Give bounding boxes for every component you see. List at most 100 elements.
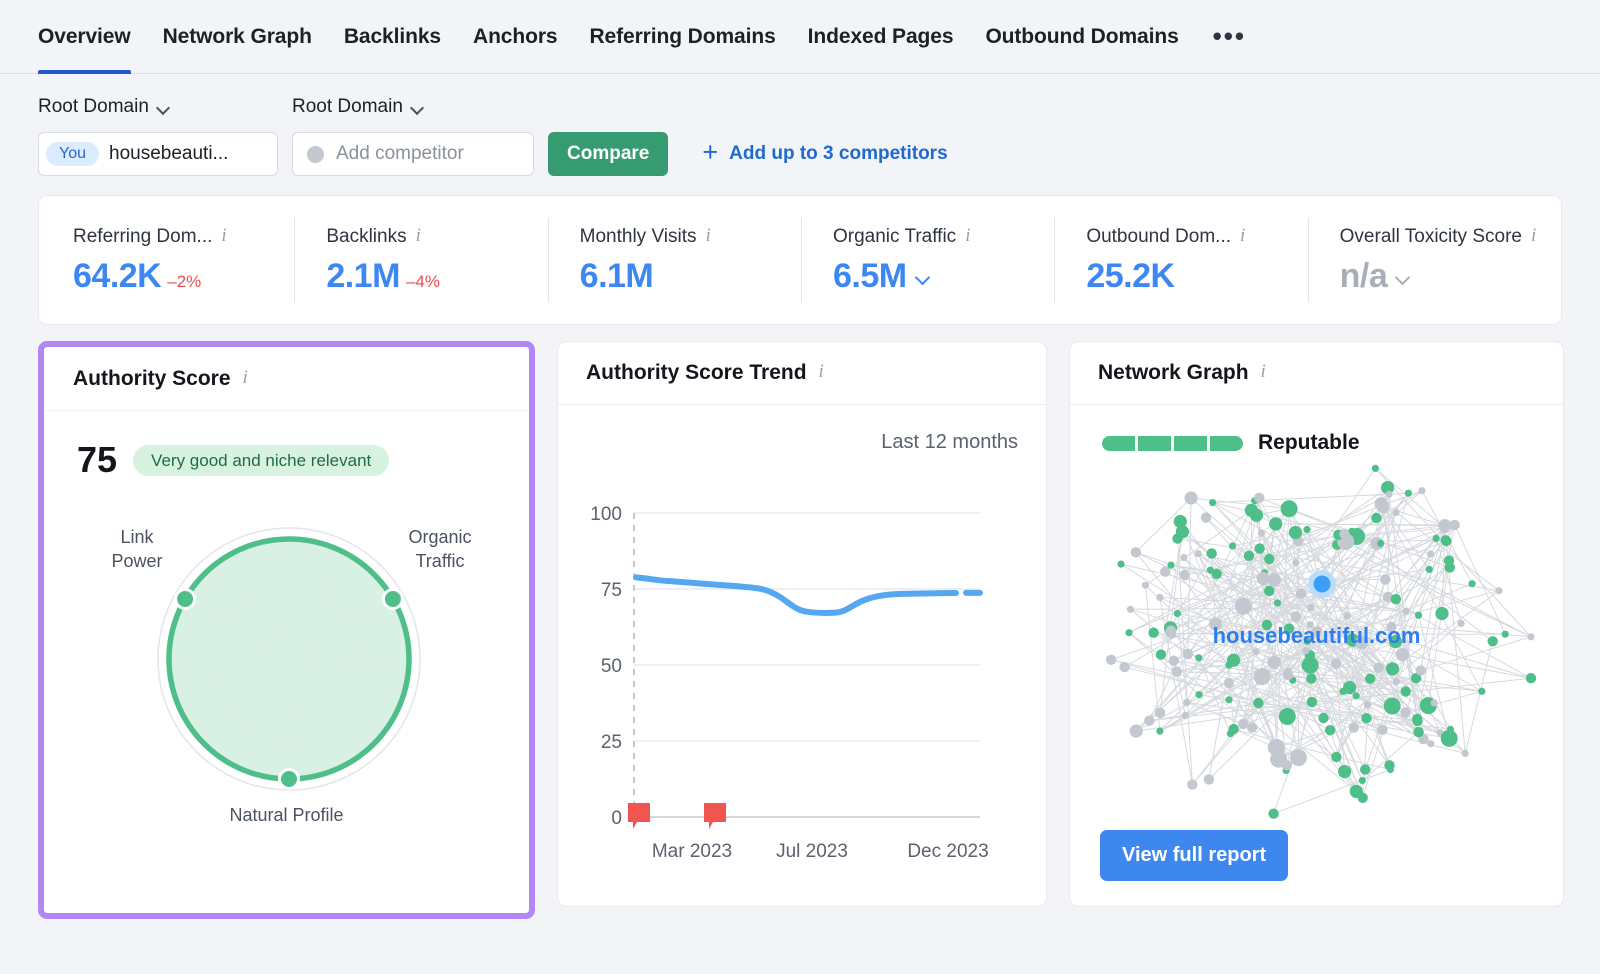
metric-label: Monthly Visits [580, 226, 801, 248]
network-graph-card-header: Network Graph [1070, 342, 1563, 405]
reputation-segment [1210, 435, 1243, 451]
authority-score-badge: Very good and niche relevant [133, 444, 390, 476]
authority-radar-chart: Link Power Organic Traffic Natural Profi… [45, 481, 528, 861]
chevron-down-icon [157, 103, 170, 111]
tab-network-graph[interactable]: Network Graph [147, 0, 328, 74]
info-icon[interactable] [1531, 226, 1540, 246]
reputation-segment [1102, 435, 1135, 451]
radar-axis-label-natural-profile: Natural Profile [229, 804, 344, 825]
reputation-label: Reputable [1258, 431, 1360, 454]
info-icon[interactable] [416, 226, 425, 246]
more-tabs-icon[interactable]: ••• [1195, 24, 1264, 49]
svg-text:25: 25 [601, 732, 622, 753]
authority-score-trend-card: Authority Score Trend Last 12 months 100… [557, 341, 1047, 907]
compare-button[interactable]: Compare [548, 132, 669, 176]
metric-label: Overall Toxicity Score [1340, 226, 1561, 248]
scope-dropdown-primary-label: Root Domain [38, 96, 149, 117]
metric-number: 2.1M [326, 257, 400, 295]
competitor-input[interactable] [336, 143, 519, 165]
authority-score-card-header: Authority Score [45, 348, 528, 411]
tab-label: Network Graph [162, 25, 312, 48]
tab-label: Indexed Pages [807, 25, 954, 48]
scope-dropdown-primary[interactable]: Root Domain [38, 96, 292, 118]
authority-score-row: 75 Very good and niche relevant [45, 411, 528, 481]
info-icon[interactable] [1261, 362, 1270, 382]
metric-label-text: Referring Dom... [73, 226, 213, 247]
metric-organic-traffic[interactable]: Organic Traffic 6.5M [800, 196, 1054, 324]
metric-overall-toxicity-score[interactable]: Overall Toxicity Score n/a [1307, 196, 1561, 324]
tab-label: Referring Domains [589, 25, 776, 48]
authority-score-body: 75 Very good and niche relevant Link Pow… [45, 411, 528, 912]
metric-label: Backlinks [326, 226, 547, 248]
competitor-color-dot-icon [307, 145, 324, 163]
tab-label: Backlinks [343, 25, 441, 48]
info-icon[interactable] [1240, 226, 1249, 246]
metric-monthly-visits[interactable]: Monthly Visits 6.1M [547, 196, 801, 324]
svg-text:75: 75 [601, 580, 622, 601]
tab-outbound-domains[interactable]: Outbound Domains [969, 0, 1194, 74]
competitor-input-wrapper[interactable] [292, 132, 534, 176]
your-domain-field[interactable]: You housebeauti... [38, 132, 278, 176]
svg-text:0: 0 [611, 808, 622, 829]
tab-label: Outbound Domains [985, 25, 1179, 48]
metric-value: 25.2K [1086, 257, 1307, 296]
info-icon[interactable] [819, 362, 828, 382]
info-icon[interactable] [965, 226, 974, 246]
metric-delta: –2% [167, 272, 202, 291]
add-competitors-label: Add up to 3 competitors [729, 143, 948, 164]
your-domain-value: housebeauti... [109, 143, 229, 164]
info-icon[interactable] [243, 368, 252, 388]
plus-icon: + [702, 137, 719, 167]
note-marker [704, 803, 726, 829]
metric-backlinks[interactable]: Backlinks 2.1M –4% [294, 196, 547, 324]
metric-label: Referring Dom... [73, 226, 294, 248]
radar-axis-label-link-power: Link Power [111, 527, 163, 572]
domain-compare-row: You housebeauti... Compare + Add up to 3… [38, 132, 1562, 176]
metric-referring-domains[interactable]: Referring Dom... 64.2K –2% [41, 196, 294, 324]
metric-label-text: Monthly Visits [579, 226, 697, 247]
metric-value: 6.1M [580, 257, 801, 296]
metrics-summary-bar: Referring Dom... 64.2K –2% Backlinks 2.1… [38, 195, 1562, 325]
tab-indexed-pages[interactable]: Indexed Pages [792, 0, 970, 74]
tab-label: Anchors [473, 25, 558, 48]
radar-axis-label-organic-traffic: Organic Traffic [408, 527, 472, 572]
network-graph-svg[interactable] [1070, 455, 1563, 895]
tab-anchors[interactable]: Anchors [457, 0, 573, 74]
tab-backlinks[interactable]: Backlinks [328, 0, 457, 74]
metric-outbound-domains[interactable]: Outbound Dom... 25.2K [1054, 196, 1307, 324]
metric-label-text: Overall Toxicity Score [1339, 226, 1522, 247]
metric-value: 2.1M –4% [326, 257, 547, 296]
trend-line-chart: 100 75 50 25 0 Mar 2023 Jul 2023 Dec 202… [590, 504, 988, 862]
metric-number: 25.2K [1086, 257, 1175, 295]
reputation-segment [1138, 435, 1171, 451]
info-icon[interactable] [706, 226, 715, 246]
metric-value: n/a [1340, 257, 1561, 296]
chevron-down-icon[interactable] [916, 272, 931, 281]
tab-label: Overview [38, 25, 131, 48]
chevron-down-icon[interactable] [1396, 272, 1411, 281]
scope-dropdown-secondary[interactable]: Root Domain [292, 96, 424, 118]
metric-value: 6.5M [833, 257, 1054, 296]
info-icon[interactable] [221, 226, 230, 246]
metric-label: Outbound Dom... [1086, 226, 1307, 248]
network-graph-card: Network Graph Reputable housebeautiful.c… [1069, 341, 1564, 907]
authority-score-title: Authority Score [73, 367, 231, 390]
metric-label-text: Outbound Dom... [1086, 226, 1232, 247]
filter-toolbar: Root Domain Root Domain You housebeauti.… [0, 74, 1600, 176]
network-graph-title: Network Graph [1098, 361, 1249, 384]
authority-trend-card-header: Authority Score Trend [558, 342, 1046, 405]
authority-score-highlight: Authority Score 75 Very good and niche r… [38, 341, 535, 919]
add-competitors-link[interactable]: + Add up to 3 competitors [702, 137, 948, 167]
view-full-report-button[interactable]: View full report [1100, 830, 1289, 881]
metric-label-text: Organic Traffic [832, 226, 957, 247]
main-tab-bar: Overview Network Graph Backlinks Anchors… [0, 0, 1600, 74]
metric-value: 64.2K –2% [73, 257, 294, 296]
metric-label-text: Backlinks [326, 226, 407, 247]
metric-label: Organic Traffic [833, 226, 1054, 248]
metric-number: 64.2K [73, 257, 162, 295]
metric-number: n/a [1339, 257, 1388, 295]
tab-overview[interactable]: Overview [38, 0, 147, 74]
note-marker [628, 803, 650, 829]
tab-referring-domains[interactable]: Referring Domains [573, 0, 791, 74]
authority-trend-body: Last 12 months 100 75 50 25 0 Mar 2023 J… [558, 405, 1046, 906]
